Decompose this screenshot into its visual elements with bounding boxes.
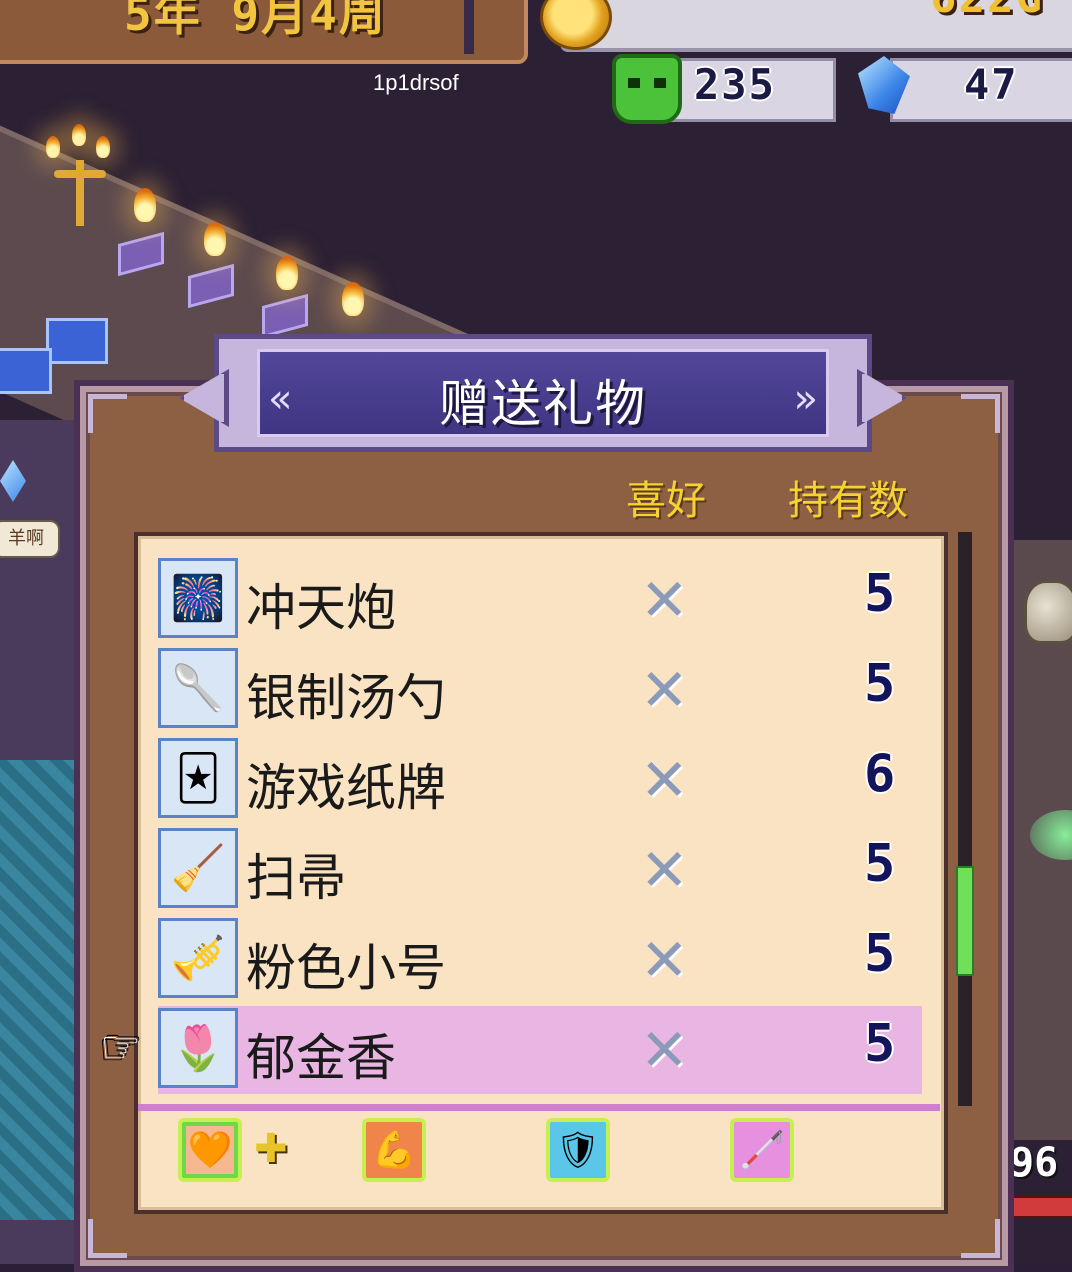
blue-storage-box [46,318,108,364]
water-tiles [0,760,80,1220]
cane-icon: 🦯 [739,1130,785,1171]
gift-row-selected[interactable]: 🌷 郁金香 ✕ 5 [158,1006,922,1094]
owned-count: 6 [864,744,896,804]
playing-cards-icon: 🃏 [158,738,238,818]
gold-panel: 622G [560,0,1072,52]
pink-trumpet-icon: 🎺 [158,918,238,998]
plus-icon: ✚ [254,1126,288,1172]
gift-row[interactable]: 🎆 冲天炮 ✕ 5 [158,556,922,644]
gold-amount: 622G [930,0,1044,23]
pointing-hand-cursor-icon: ☜ [100,1020,142,1074]
preference-x-icon: ✕ [640,836,689,904]
dialog-corner-ornament [961,394,1000,433]
dialog-title-banner: « 赠送礼物 » [179,334,907,452]
owned-count: 5 [864,1014,896,1074]
tulip-icon: 🌷 [158,1008,238,1088]
column-header-owned: 持有数 [788,478,908,524]
side-score: 96 [1010,1140,1059,1186]
preference-x-icon: ✕ [640,656,689,724]
candelabra [46,124,110,230]
gift-name: 郁金香 [246,1029,396,1087]
gift-row[interactable]: 🎺 粉色小号 ✕ 5 [158,916,922,1004]
scrollbar-track[interactable] [958,532,972,1106]
speech-bubble: 羊啊 [0,520,60,558]
gift-name: 扫帚 [246,849,346,907]
ogre-face-icon [612,54,682,124]
column-header-preference: 喜好 [626,478,706,524]
gift-name: 银制汤勺 [246,669,446,727]
gift-row[interactable]: 🧹 扫帚 ✕ 5 [158,826,922,914]
vase-decoration [1024,580,1072,644]
preference-x-icon: ✕ [640,1016,689,1084]
dialog-corner-ornament [88,1219,127,1258]
date-label: 5年 9月4周 [124,0,387,41]
owned-count: 5 [864,654,896,714]
chevron-right-icon: » [793,376,818,422]
gift-name: 游戏纸牌 [246,759,446,817]
firework-rocket-icon: 🎆 [158,558,238,638]
torch-flame [342,282,364,316]
date-panel: 5年 9月4周 [0,0,528,64]
health-bar [1008,1196,1072,1218]
gift-row[interactable]: 🥄 银制汤勺 ✕ 5 [158,646,922,734]
torch-flame [276,256,298,290]
shield-category-button[interactable]: 🛡 [546,1118,610,1182]
scrollbar-thumb[interactable] [956,866,974,976]
blue-storage-box [0,348,52,394]
dialog-title: 赠送礼物 [439,375,647,433]
strength-icon: 💪 [371,1130,417,1171]
torch-flame [204,222,226,256]
preference-x-icon: ✕ [640,746,689,814]
dialog-corner-ornament [961,1219,1000,1258]
username: 1p1drsof [373,70,459,95]
shield-icon: 🛡 [555,1130,601,1171]
heart-category-button[interactable]: 🧡 [178,1118,242,1182]
dialog-corner-ornament [88,394,127,433]
gift-row[interactable]: 🃏 游戏纸牌 ✕ 6 [158,736,922,824]
preference-x-icon: ✕ [640,566,689,634]
broom-icon: 🧹 [158,828,238,908]
gift-name: 粉色小号 [246,939,446,997]
owned-count: 5 [864,924,896,984]
gift-name: 冲天炮 [246,579,396,637]
silver-spoon-icon: 🥄 [158,648,238,728]
gift-list: 🎆 冲天炮 ✕ 5 🥄 银制汤勺 ✕ 5 🃏 游戏纸牌 ✕ 6 🧹 扫帚 ✕ 5… [158,556,922,1096]
crystal-value: 47 [964,60,1019,109]
heart-icon: 🧡 [187,1130,233,1171]
strength-category-button[interactable]: 💪 [362,1118,426,1182]
preference-x-icon: ✕ [640,926,689,994]
monster-points-value: 235 [694,60,776,109]
cane-category-button[interactable]: 🦯 [730,1118,794,1182]
owned-count: 5 [864,834,896,894]
list-divider [138,1104,940,1111]
owned-count: 5 [864,564,896,624]
torch-flame [134,188,156,222]
gift-list-panel: 🎆 冲天炮 ✕ 5 🥄 银制汤勺 ✕ 5 🃏 游戏纸牌 ✕ 6 🧹 扫帚 ✕ 5… [134,532,948,1214]
hud-separator [464,0,474,54]
